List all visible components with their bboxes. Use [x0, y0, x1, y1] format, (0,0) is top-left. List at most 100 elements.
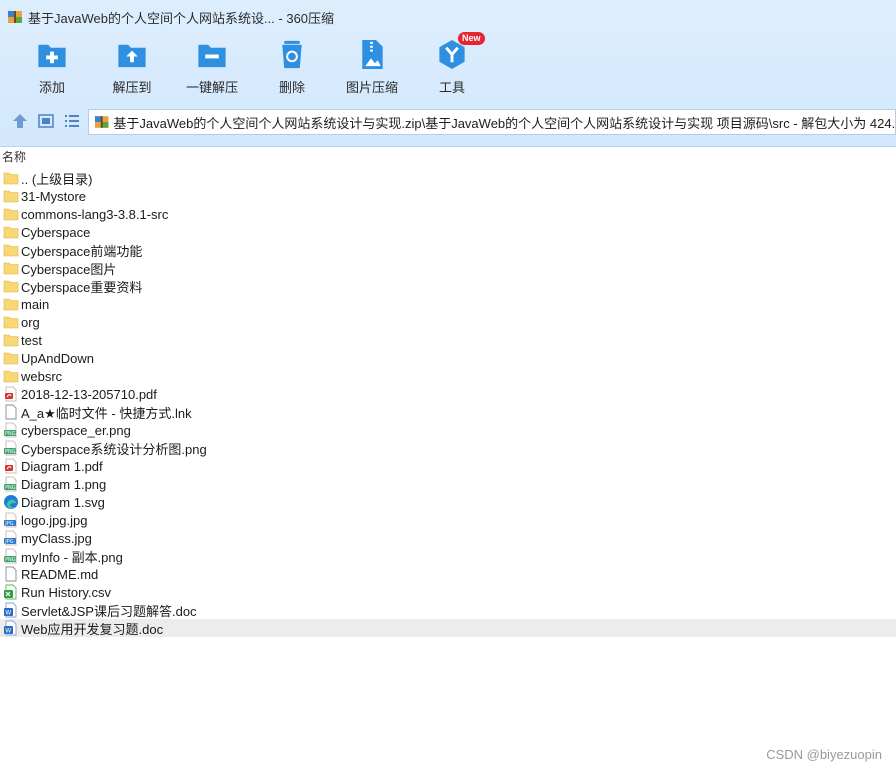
folder-icon — [3, 172, 19, 185]
svg-text:W: W — [5, 628, 11, 635]
archive-icon — [94, 116, 109, 128]
add-button[interactable]: 添加 — [12, 36, 92, 96]
list-view-icon[interactable] — [63, 112, 81, 130]
folder-icon — [3, 334, 19, 347]
watermark: CSDN @biyezuopin — [766, 747, 882, 762]
pdf-file-icon — [5, 458, 17, 474]
folder-row[interactable]: 31-Mystore — [0, 187, 896, 205]
archive-app-icon — [8, 11, 22, 23]
folder-row[interactable]: websrc — [0, 367, 896, 385]
file-name: Cyberspace前端功能 — [21, 243, 143, 259]
file-name: Diagram 1.svg — [21, 494, 105, 510]
file-row[interactable]: Diagram 1.svg — [0, 493, 896, 511]
delete-button[interactable]: 删除 — [252, 36, 332, 96]
file-row[interactable]: Run History.csv — [0, 583, 896, 601]
file-row[interactable]: PNG Cyberspace系统设计分析图.png — [0, 439, 896, 457]
file-row[interactable]: W Servlet&JSP课后习题解答.doc — [0, 601, 896, 619]
file-row[interactable]: Diagram 1.pdf — [0, 457, 896, 475]
navigation-bar: 基于JavaWeb的个人空间个人网站系统设计与实现.zip\基于JavaWeb的… — [0, 104, 896, 138]
file-row[interactable]: 2018-12-13-205710.pdf — [0, 385, 896, 403]
file-name: Diagram 1.pdf — [21, 458, 103, 474]
one-click-extract-label: 一键解压 — [185, 80, 238, 95]
up-arrow-icon[interactable] — [11, 112, 29, 130]
thumbnail-view-icon[interactable] — [37, 112, 55, 130]
folder-row[interactable]: Cyberspace前端功能 — [0, 241, 896, 259]
file-name: Cyberspace系统设计分析图.png — [21, 441, 207, 457]
file-name: Diagram 1.png — [21, 476, 107, 492]
file-row[interactable]: PNG Diagram 1.png — [0, 475, 896, 493]
file-row[interactable]: README.md — [0, 565, 896, 583]
folder-row[interactable]: main — [0, 295, 896, 313]
image-compress-button[interactable]: 图片压缩 — [332, 36, 412, 96]
file-name: 31-Mystore — [21, 188, 87, 204]
svg-text:PNG: PNG — [5, 557, 16, 563]
extract-to-label: 解压到 — [112, 80, 152, 95]
window-chrome: 基于JavaWeb的个人空间个人网站系统设... - 360压缩 添加 解压到 … — [0, 0, 896, 147]
file-name: .. (上级目录) — [21, 171, 93, 187]
folder-row[interactable]: Cyberspace重要资料 — [0, 277, 896, 295]
file-row[interactable]: A_a★临时文件 - 快捷方式.lnk — [0, 403, 896, 421]
file-row[interactable]: W Web应用开发复习题.doc — [0, 619, 896, 637]
folder-row[interactable]: .. (上级目录) — [0, 169, 896, 187]
folder-icon — [3, 370, 19, 383]
svg-text:PNG: PNG — [5, 485, 16, 491]
file-name: websrc — [21, 368, 63, 384]
folder-icon — [3, 262, 19, 275]
file-row[interactable]: PNG myInfo - 副本.png — [0, 547, 896, 565]
tools-label: 工具 — [438, 80, 465, 95]
jpg-file-icon: JPG — [4, 530, 17, 546]
image-compress-icon — [362, 39, 383, 70]
file-name: main — [21, 296, 50, 312]
name-column-header[interactable]: 名称 — [2, 148, 26, 165]
word-file-icon: W — [4, 602, 17, 618]
png-file-icon: PNG — [4, 548, 17, 564]
file-name: Cyberspace重要资料 — [21, 279, 143, 295]
file-name: README.md — [21, 566, 99, 582]
file-name: Servlet&JSP课后习题解答.doc — [21, 603, 197, 619]
svg-text:W: W — [5, 610, 11, 617]
file-name: Cyberspace — [21, 224, 91, 240]
delete-label: 删除 — [278, 80, 305, 95]
file-row[interactable]: PNG cyberspace_er.png — [0, 421, 896, 439]
add-icon — [38, 44, 66, 68]
image-compress-label: 图片压缩 — [345, 80, 398, 95]
folder-row[interactable]: UpAndDown — [0, 349, 896, 367]
column-header: 名称 — [0, 147, 896, 165]
folder-icon — [3, 226, 19, 239]
svg-text:PNG: PNG — [5, 431, 16, 437]
folder-row[interactable]: org — [0, 313, 896, 331]
shortcut-file-icon — [5, 404, 17, 420]
word-file-icon: W — [4, 620, 17, 636]
png-file-icon: PNG — [4, 422, 17, 438]
one-click-extract-button[interactable]: 一键解压 — [172, 36, 252, 96]
svg-text:JPG: JPG — [4, 539, 13, 545]
one-click-extract-icon — [198, 44, 226, 68]
svg-edge-file-icon — [4, 495, 18, 509]
file-name: Cyberspace图片 — [21, 261, 117, 277]
file-list: .. (上级目录) 31-Mystore commons-lang3-3.8.1-s… — [0, 169, 896, 637]
extract-to-button[interactable]: 解压到 — [92, 36, 172, 96]
folder-row[interactable]: commons-lang3-3.8.1-src — [0, 205, 896, 223]
folder-icon — [3, 190, 19, 203]
extract-to-icon — [118, 44, 146, 68]
tools-button[interactable]: New 工具 — [412, 32, 492, 96]
pdf-file-icon — [5, 386, 17, 402]
folder-row[interactable]: Cyberspace — [0, 223, 896, 241]
title-bar: 基于JavaWeb的个人空间个人网站系统设... - 360压缩 — [0, 0, 896, 34]
folder-icon — [3, 316, 19, 329]
csv-file-icon — [4, 584, 17, 600]
folder-row[interactable]: Cyberspace图片 — [0, 259, 896, 277]
file-row[interactable]: JPG logo.jpg.jpg — [0, 511, 896, 529]
markdown-file-icon — [5, 566, 17, 582]
file-row[interactable]: JPG myClass.jpg — [0, 529, 896, 547]
png-file-icon: PNG — [4, 476, 17, 492]
path-text: 基于JavaWeb的个人空间个人网站系统设计与实现.zip\基于JavaWeb的… — [113, 115, 895, 131]
file-name: 2018-12-13-205710.pdf — [21, 386, 157, 402]
folder-icon — [3, 352, 19, 365]
path-bar[interactable]: 基于JavaWeb的个人空间个人网站系统设计与实现.zip\基于JavaWeb的… — [88, 109, 896, 135]
file-name: A_a★临时文件 - 快捷方式.lnk — [21, 405, 192, 421]
folder-icon — [3, 208, 19, 221]
folder-row[interactable]: test — [0, 331, 896, 349]
window-title: 基于JavaWeb的个人空间个人网站系统设... - 360压缩 — [28, 10, 335, 26]
file-name: myInfo - 副本.png — [21, 549, 123, 565]
